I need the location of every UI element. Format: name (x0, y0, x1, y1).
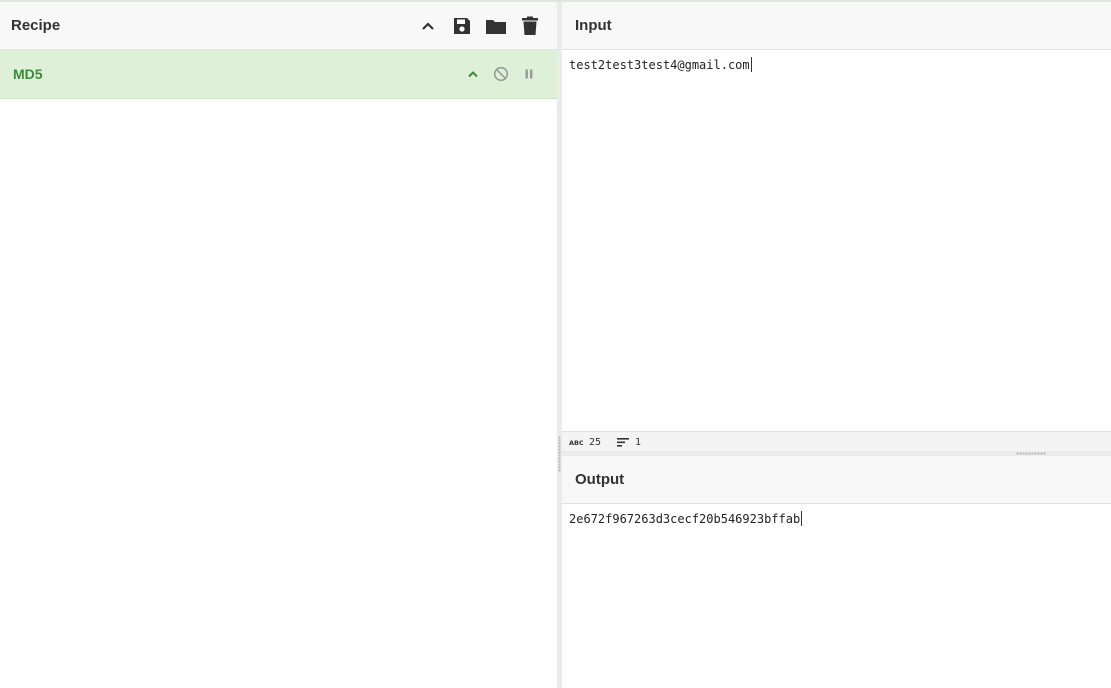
input-pane: Input test2test3test4@gmail.com (562, 2, 1111, 431)
vertical-resize-grip[interactable] (558, 436, 561, 472)
lines-icon (617, 437, 630, 447)
chevron-up-icon[interactable] (411, 9, 445, 43)
recipe-header-icons (411, 2, 547, 49)
recipe-pane: Recipe MD5 (0, 2, 557, 688)
trash-icon[interactable] (513, 9, 547, 43)
horizontal-resize-grip[interactable] (1016, 452, 1046, 455)
input-textarea[interactable]: test2test3test4@gmail.com (562, 50, 1111, 72)
folder-icon[interactable] (479, 9, 513, 43)
save-icon[interactable] (445, 9, 479, 43)
length-stat: ABC 25 (569, 437, 601, 448)
input-lines: 1 (635, 436, 642, 448)
input-status-bar: ABC 25 1 (562, 431, 1111, 452)
recipe-title: Recipe (11, 17, 61, 34)
input-length: 25 (589, 436, 602, 448)
text-caret (750, 57, 752, 72)
disable-icon[interactable] (487, 60, 515, 88)
abc-icon: ABC (569, 438, 583, 446)
operation-md5[interactable]: MD5 (0, 50, 557, 99)
chevron-up-icon[interactable] (459, 60, 487, 88)
input-title: Input (575, 17, 612, 34)
output-pane: Output 2e672f967263d3cecf20b546923bffab (562, 456, 1111, 688)
svg-text:ABC: ABC (569, 439, 583, 446)
operation-icons (459, 50, 543, 98)
output-header: Output (562, 456, 1111, 504)
input-header: Input (562, 2, 1111, 50)
operation-name: MD5 (13, 66, 43, 82)
input-text: test2test3test4@gmail.com (569, 58, 750, 72)
output-text: 2e672f967263d3cecf20b546923bffab (569, 512, 801, 526)
pause-icon[interactable] (515, 60, 543, 88)
lines-stat: 1 (617, 437, 641, 448)
recipe-header: Recipe (0, 2, 557, 50)
output-textarea[interactable]: 2e672f967263d3cecf20b546923bffab (562, 504, 1111, 526)
output-title: Output (575, 471, 625, 488)
text-caret (801, 511, 803, 526)
